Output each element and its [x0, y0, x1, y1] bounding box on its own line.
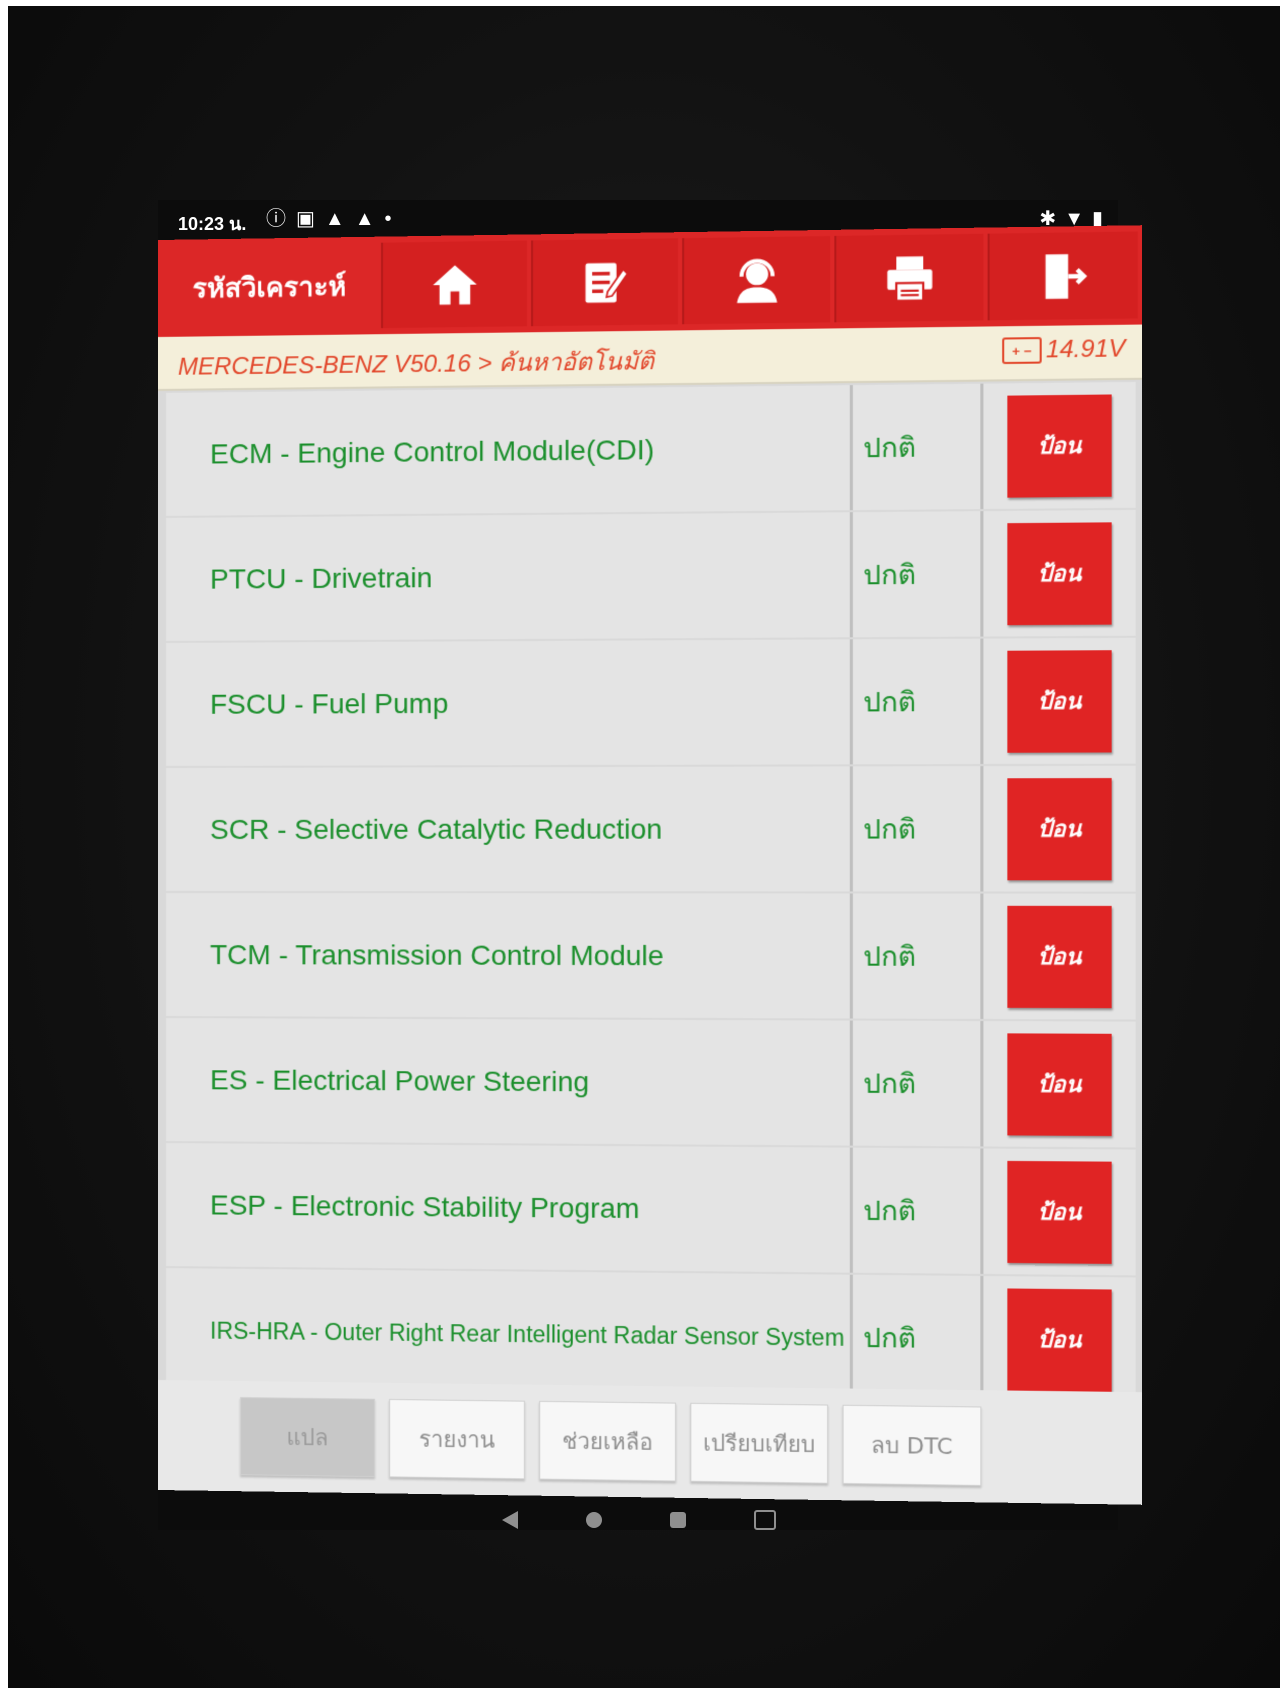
- system-name: PTCU - Drivetrain: [165, 512, 853, 641]
- bottom-bar: แปล รายงาน ช่วยเหลือ เปรียบเทียบ ลบ DTC: [158, 1380, 1143, 1505]
- system-row[interactable]: SCR - Selective Catalytic Reduction ปกติ…: [165, 765, 1136, 892]
- system-row[interactable]: TCM - Transmission Control Module ปกติ ป…: [165, 893, 1136, 1020]
- car-battery-icon: + −: [1002, 337, 1042, 365]
- action-cell: ป้อน: [983, 509, 1136, 637]
- enter-button[interactable]: ป้อน: [1007, 393, 1112, 498]
- enter-button[interactable]: ป้อน: [1007, 649, 1112, 753]
- home-icon: [432, 264, 477, 305]
- system-status: ปกติ: [852, 1147, 984, 1274]
- warning-icon: ▲: [324, 208, 345, 230]
- translate-button[interactable]: แปล: [240, 1397, 375, 1478]
- alert-circle-icon: ⓘ: [266, 208, 286, 230]
- voltage-value: 14.91V: [1045, 334, 1126, 364]
- system-row[interactable]: ESP - Electronic Stability Program ปกติ …: [165, 1143, 1136, 1276]
- compare-button[interactable]: เปรียบเทียบ: [690, 1402, 829, 1484]
- edit-button[interactable]: [531, 238, 679, 327]
- action-cell: ป้อน: [983, 1021, 1136, 1148]
- system-name: ECM - Engine Control Module(CDI): [165, 385, 853, 516]
- breadcrumb: MERCEDES-BENZ V50.16 > ค้นหาอัตโนมัติ: [177, 347, 655, 381]
- enter-button[interactable]: ป้อน: [1007, 777, 1112, 880]
- recent-apps-icon[interactable]: [670, 1512, 686, 1528]
- breadcrumb-bar: MERCEDES-BENZ V50.16 > ค้นหาอัตโนมัติ + …: [158, 324, 1143, 391]
- system-status: ปกติ: [852, 383, 984, 511]
- support-agent-icon: [730, 253, 783, 303]
- system-name: FSCU - Fuel Pump: [165, 639, 853, 766]
- system-row[interactable]: ECM - Engine Control Module(CDI) ปกติ ป้…: [165, 381, 1136, 516]
- android-nav-bar: [158, 1500, 1120, 1540]
- exit-icon: [1045, 253, 1091, 299]
- system-row[interactable]: ES - Electrical Power Steering ปกติ ป้อน: [165, 1018, 1136, 1148]
- print-button[interactable]: [834, 233, 984, 323]
- action-cell: ป้อน: [983, 765, 1136, 892]
- system-name: ES - Electrical Power Steering: [165, 1018, 853, 1146]
- enter-button[interactable]: ป้อน: [1007, 521, 1112, 625]
- toolbar: รหัสวิเคราะห์: [158, 225, 1143, 337]
- support-button[interactable]: [682, 236, 831, 325]
- dot-icon: •: [384, 208, 392, 230]
- system-status: ปกติ: [852, 1020, 984, 1147]
- system-row[interactable]: FSCU - Fuel Pump ปกติ ป้อน: [165, 637, 1136, 766]
- action-cell: ป้อน: [983, 1148, 1136, 1276]
- system-status: ปกติ: [852, 1274, 984, 1402]
- action-cell: ป้อน: [983, 637, 1136, 765]
- enter-button[interactable]: ป้อน: [1007, 905, 1112, 1008]
- screenshot-icon[interactable]: [754, 1510, 776, 1530]
- home-nav-icon[interactable]: [586, 1512, 602, 1528]
- back-icon[interactable]: [502, 1511, 518, 1529]
- action-cell: ป้อน: [983, 893, 1136, 1020]
- system-status: ปกติ: [852, 638, 984, 765]
- system-status: ปกติ: [852, 893, 984, 1019]
- battery-voltage: + − 14.91V: [1002, 335, 1125, 365]
- diagnostic-app: รหัสวิเคราะห์ MERCEDES-BENZ V50.16 > ค้น…: [158, 225, 1143, 1505]
- bottom-tabs: แปล รายงาน ช่วยเหลือ เปรียบเทียบ ลบ DTC: [240, 1397, 982, 1487]
- toolbar-title: รหัสวิเคราะห์: [192, 271, 347, 305]
- action-cell: ป้อน: [983, 381, 1136, 510]
- system-name: IRS-HRA - Outer Right Rear Intelligent R…: [165, 1268, 853, 1400]
- status-icons-left: ⓘ ▣ ▲ ▲ •: [266, 207, 392, 231]
- edit-icon: [585, 262, 632, 303]
- clear-dtc-button[interactable]: ลบ DTC: [842, 1404, 982, 1487]
- system-row[interactable]: PTCU - Drivetrain ปกติ ป้อน: [165, 509, 1136, 641]
- exit-button[interactable]: [987, 231, 1138, 321]
- report-button[interactable]: รายงาน: [389, 1398, 525, 1480]
- system-name: ESP - Electronic Stability Program: [165, 1143, 853, 1273]
- status-time: 10:23 น.: [178, 214, 247, 234]
- warning-icon: ▲: [354, 208, 375, 230]
- enter-button[interactable]: ป้อน: [1007, 1287, 1112, 1392]
- system-list: ECM - Engine Control Module(CDI) ปกติ ป้…: [165, 381, 1136, 1405]
- print-icon: [887, 255, 933, 305]
- enter-button[interactable]: ป้อน: [1007, 1160, 1112, 1264]
- action-cell: ป้อน: [983, 1275, 1136, 1404]
- system-status: ปกติ: [852, 766, 984, 892]
- home-button[interactable]: [381, 240, 527, 329]
- system-name: SCR - Selective Catalytic Reduction: [165, 766, 853, 892]
- system-name: TCM - Transmission Control Module: [165, 893, 853, 1019]
- enter-button[interactable]: ป้อน: [1007, 1032, 1112, 1136]
- calendar-icon: ▣: [296, 208, 315, 230]
- help-button[interactable]: ช่วยเหลือ: [539, 1400, 676, 1482]
- system-status: ปกติ: [852, 511, 984, 638]
